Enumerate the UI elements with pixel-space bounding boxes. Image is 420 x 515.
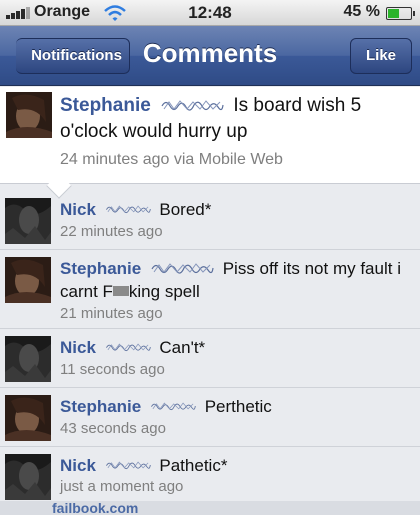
comment-message: Perthetic	[204, 397, 272, 416]
list-item: Nick Can't* 11 seconds ago	[0, 330, 420, 388]
comment-message: Bored*	[159, 200, 212, 219]
avatar[interactable]	[5, 198, 51, 244]
avatar[interactable]	[5, 336, 51, 382]
comment-time: 21 minutes ago	[60, 305, 163, 322]
list-item: Nick Bored* 22 minutes ago	[0, 192, 420, 250]
comment-time: 22 minutes ago	[60, 223, 163, 240]
censor-bar	[112, 286, 129, 296]
original-post: Stephanie Is board wish 5 o'clock would …	[0, 87, 420, 184]
post-meta: 24 minutes ago via Mobile Web	[60, 151, 283, 168]
comment-text: Nick Bored*	[60, 198, 412, 221]
comment-author[interactable]: Nick	[60, 200, 96, 219]
comment-author[interactable]: Nick	[60, 456, 96, 475]
navigation-bar: Notifications Comments Like	[0, 26, 420, 86]
redacted-scribble	[160, 97, 224, 113]
comment-text: Stephanie Piss off its not my fault i ca…	[60, 257, 412, 303]
list-item: Nick Pathetic* just a moment ago	[0, 448, 420, 501]
status-bar: Orange 12:48 45 %	[0, 0, 420, 26]
comment-message: Pathetic*	[159, 456, 228, 475]
battery-percent: 45 %	[343, 3, 380, 20]
avatar[interactable]	[5, 257, 51, 303]
comment-time: 43 seconds ago	[60, 420, 166, 437]
comment-time: 11 seconds ago	[60, 361, 165, 378]
comment-author[interactable]: Nick	[60, 338, 96, 357]
redacted-scribble	[105, 201, 151, 217]
redacted-scribble	[150, 260, 214, 276]
battery-icon	[386, 7, 415, 20]
comment-message-end: king spell	[128, 282, 200, 301]
list-item: Stephanie Perthetic 43 seconds ago	[0, 389, 420, 447]
post-author[interactable]: Stephanie	[60, 95, 151, 116]
like-button[interactable]: Like	[350, 38, 412, 74]
comment-text: Stephanie Perthetic	[60, 395, 412, 418]
list-item: Stephanie Piss off its not my fault i ca…	[0, 251, 420, 329]
comment-author[interactable]: Stephanie	[60, 397, 141, 416]
redacted-scribble	[105, 457, 151, 473]
comment-text: Nick Pathetic*	[60, 454, 412, 477]
avatar[interactable]	[6, 92, 52, 138]
comment-author[interactable]: Stephanie	[60, 259, 141, 278]
site-watermark: failbook.com	[0, 501, 420, 515]
redacted-scribble	[105, 339, 151, 355]
comment-time: just a moment ago	[60, 478, 184, 495]
avatar[interactable]	[5, 395, 51, 441]
post-body: Stephanie Is board wish 5 o'clock would …	[60, 93, 410, 145]
comment-text: Nick Can't*	[60, 336, 412, 359]
redacted-scribble	[150, 398, 196, 414]
avatar[interactable]	[5, 454, 51, 500]
comment-message: Can't*	[159, 338, 206, 357]
